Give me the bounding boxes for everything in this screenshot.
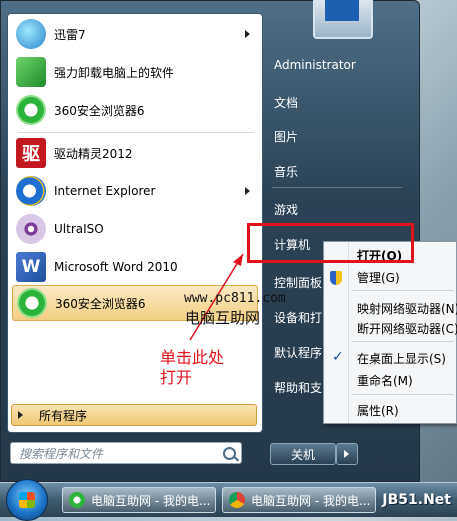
360-browser-icon	[69, 492, 85, 508]
taskbar-item-label: 电脑互助网 - 我的电...	[251, 493, 371, 508]
corner-watermark: JB51.Net	[382, 492, 451, 508]
annotation-arrow	[189, 253, 244, 341]
taskbar-item-360-browser[interactable]: 电脑互助网 - 我的电...	[62, 487, 216, 513]
instruction-line-1: 单击此处	[160, 348, 225, 367]
start-button[interactable]	[6, 479, 48, 521]
watermark-url: www.pc811.com	[184, 291, 286, 306]
chrome-icon	[229, 492, 245, 508]
windows-logo-icon	[19, 492, 35, 508]
watermark-name: 电脑互助网	[185, 309, 261, 327]
taskbar: 电脑互助网 - 我的电... 电脑互助网 - 我的电... JB51.Net	[0, 479, 457, 521]
taskbar-item-label: 电脑互助网 - 我的电...	[91, 493, 211, 508]
instruction-note: 单击此处 打开	[160, 348, 250, 388]
instruction-line-2: 打开	[160, 368, 193, 387]
taskbar-item-chrome[interactable]: 电脑互助网 - 我的电...	[222, 487, 376, 513]
